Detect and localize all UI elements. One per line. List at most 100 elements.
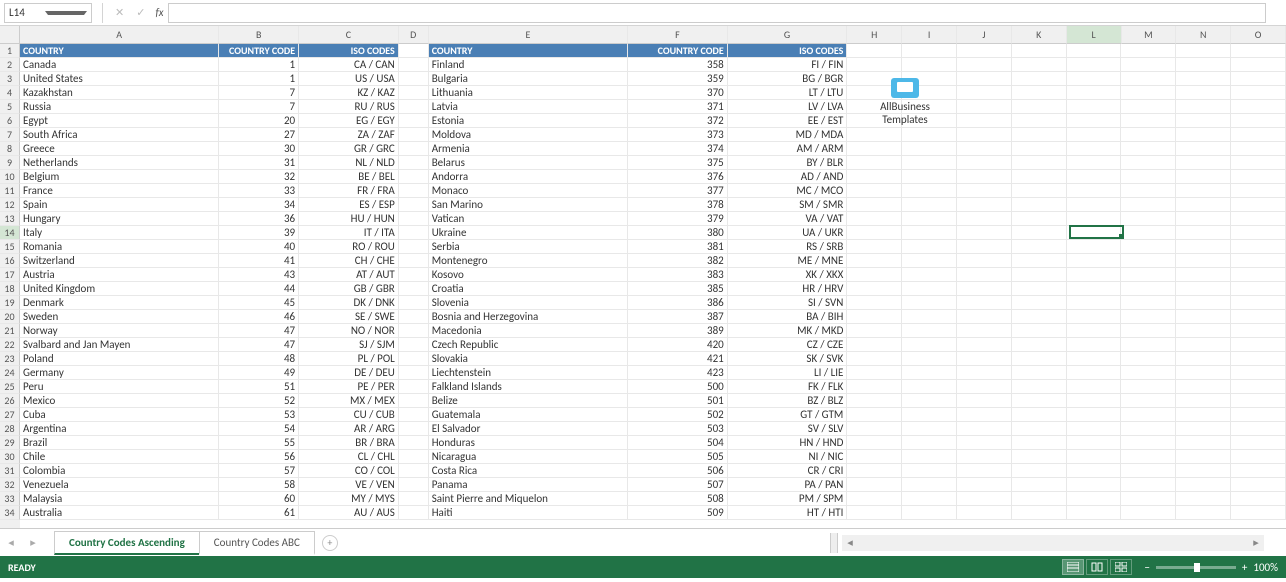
row-header-11[interactable]: 11 (0, 184, 20, 198)
cancel-icon[interactable]: ✕ (109, 6, 130, 19)
cell-F20[interactable]: 387 (628, 310, 728, 324)
cell-N33[interactable] (1176, 492, 1231, 506)
cell-B23[interactable]: 48 (219, 352, 299, 366)
column-header-N[interactable]: N (1176, 26, 1231, 44)
cell-E27[interactable]: Guatemala (429, 408, 628, 422)
cell-N18[interactable] (1176, 282, 1231, 296)
cell-H14[interactable] (847, 226, 902, 240)
cell-J30[interactable] (957, 450, 1012, 464)
cell-E13[interactable]: Vatican (429, 212, 628, 226)
cell-E17[interactable]: Kosovo (429, 268, 628, 282)
cell-C26[interactable]: MX / MEX (299, 394, 399, 408)
cell-B28[interactable]: 54 (219, 422, 299, 436)
cell-D17[interactable] (399, 268, 429, 282)
cell-A4[interactable]: Kazakhstan (20, 86, 219, 100)
cell-C19[interactable]: DK / DNK (299, 296, 399, 310)
cell-C24[interactable]: DE / DEU (299, 366, 399, 380)
data-body[interactable]: COUNTRYCOUNTRY CODEISO CODESCOUNTRYCOUNT… (20, 44, 1286, 520)
row-header-21[interactable]: 21 (0, 324, 20, 338)
cell-C31[interactable]: CO / COL (299, 464, 399, 478)
cell-N34[interactable] (1176, 506, 1231, 520)
cell-K11[interactable] (1012, 184, 1067, 198)
cell-N13[interactable] (1176, 212, 1231, 226)
cell-H13[interactable] (847, 212, 902, 226)
cell-N28[interactable] (1176, 422, 1231, 436)
column-header-D[interactable]: D (399, 26, 429, 44)
cell-F15[interactable]: 381 (628, 240, 728, 254)
cell-A8[interactable]: Greece (20, 142, 219, 156)
cell-L4[interactable] (1067, 86, 1122, 100)
cell-J4[interactable] (957, 86, 1012, 100)
cell-N16[interactable] (1176, 254, 1231, 268)
column-header-A[interactable]: A (20, 26, 219, 44)
cell-G19[interactable]: SI / SVN (728, 296, 848, 310)
cell-F18[interactable]: 385 (628, 282, 728, 296)
row-header-24[interactable]: 24 (0, 366, 20, 380)
cell-C2[interactable]: CA / CAN (299, 58, 399, 72)
column-header-K[interactable]: K (1012, 26, 1067, 44)
cell-I25[interactable] (902, 380, 957, 394)
cell-G1[interactable]: ISO CODES (728, 44, 848, 58)
cell-H16[interactable] (847, 254, 902, 268)
cell-O29[interactable] (1231, 436, 1286, 450)
cell-O10[interactable] (1231, 170, 1286, 184)
cell-C25[interactable]: PE / PER (299, 380, 399, 394)
cell-H18[interactable] (847, 282, 902, 296)
cell-G17[interactable]: XK / XKX (728, 268, 848, 282)
row-header-14[interactable]: 14 (0, 226, 20, 240)
cell-C22[interactable]: SJ / SJM (299, 338, 399, 352)
cell-H11[interactable] (847, 184, 902, 198)
cell-E22[interactable]: Czech Republic (429, 338, 628, 352)
cell-H9[interactable] (847, 156, 902, 170)
cell-M14[interactable] (1121, 226, 1176, 240)
cell-C12[interactable]: ES / ESP (299, 198, 399, 212)
cell-E20[interactable]: Bosnia and Herzegovina (429, 310, 628, 324)
cell-J14[interactable] (957, 226, 1012, 240)
cell-F11[interactable]: 377 (628, 184, 728, 198)
cell-C32[interactable]: VE / VEN (299, 478, 399, 492)
cell-J19[interactable] (957, 296, 1012, 310)
new-sheet-button[interactable]: + (322, 535, 338, 551)
row-header-15[interactable]: 15 (0, 240, 20, 254)
cell-E33[interactable]: Saint Pierre and Miquelon (429, 492, 628, 506)
row-header-32[interactable]: 32 (0, 478, 20, 492)
cell-E4[interactable]: Lithuania (429, 86, 628, 100)
cell-B26[interactable]: 52 (219, 394, 299, 408)
cell-I24[interactable] (902, 366, 957, 380)
cell-O17[interactable] (1231, 268, 1286, 282)
cell-E3[interactable]: Bulgaria (429, 72, 628, 86)
cell-D34[interactable] (399, 506, 429, 520)
cell-L34[interactable] (1067, 506, 1122, 520)
cell-B29[interactable]: 55 (219, 436, 299, 450)
cell-A23[interactable]: Poland (20, 352, 219, 366)
cell-O19[interactable] (1231, 296, 1286, 310)
zoom-thumb[interactable] (1194, 563, 1200, 572)
cell-H30[interactable] (847, 450, 902, 464)
cell-F14[interactable]: 380 (628, 226, 728, 240)
cell-B21[interactable]: 47 (219, 324, 299, 338)
zoom-level[interactable]: 100% (1253, 561, 1278, 574)
cell-M1[interactable] (1121, 44, 1176, 58)
cell-J16[interactable] (957, 254, 1012, 268)
cell-G7[interactable]: MD / MDA (728, 128, 848, 142)
cell-J3[interactable] (957, 72, 1012, 86)
cell-C5[interactable]: RU / RUS (299, 100, 399, 114)
cell-L16[interactable] (1067, 254, 1122, 268)
cell-L28[interactable] (1067, 422, 1122, 436)
cell-D9[interactable] (399, 156, 429, 170)
cell-I18[interactable] (902, 282, 957, 296)
cell-G10[interactable]: AD / AND (728, 170, 848, 184)
cell-E10[interactable]: Andorra (429, 170, 628, 184)
cell-A31[interactable]: Colombia (20, 464, 219, 478)
cell-N19[interactable] (1176, 296, 1231, 310)
cell-M22[interactable] (1121, 338, 1176, 352)
cell-A13[interactable]: Hungary (20, 212, 219, 226)
cell-O5[interactable] (1231, 100, 1286, 114)
cell-F4[interactable]: 370 (628, 86, 728, 100)
row-header-3[interactable]: 3 (0, 72, 20, 86)
cell-B27[interactable]: 53 (219, 408, 299, 422)
cell-D14[interactable] (399, 226, 429, 240)
cell-N6[interactable] (1176, 114, 1231, 128)
column-header-B[interactable]: B (219, 26, 299, 44)
cell-I10[interactable] (902, 170, 957, 184)
